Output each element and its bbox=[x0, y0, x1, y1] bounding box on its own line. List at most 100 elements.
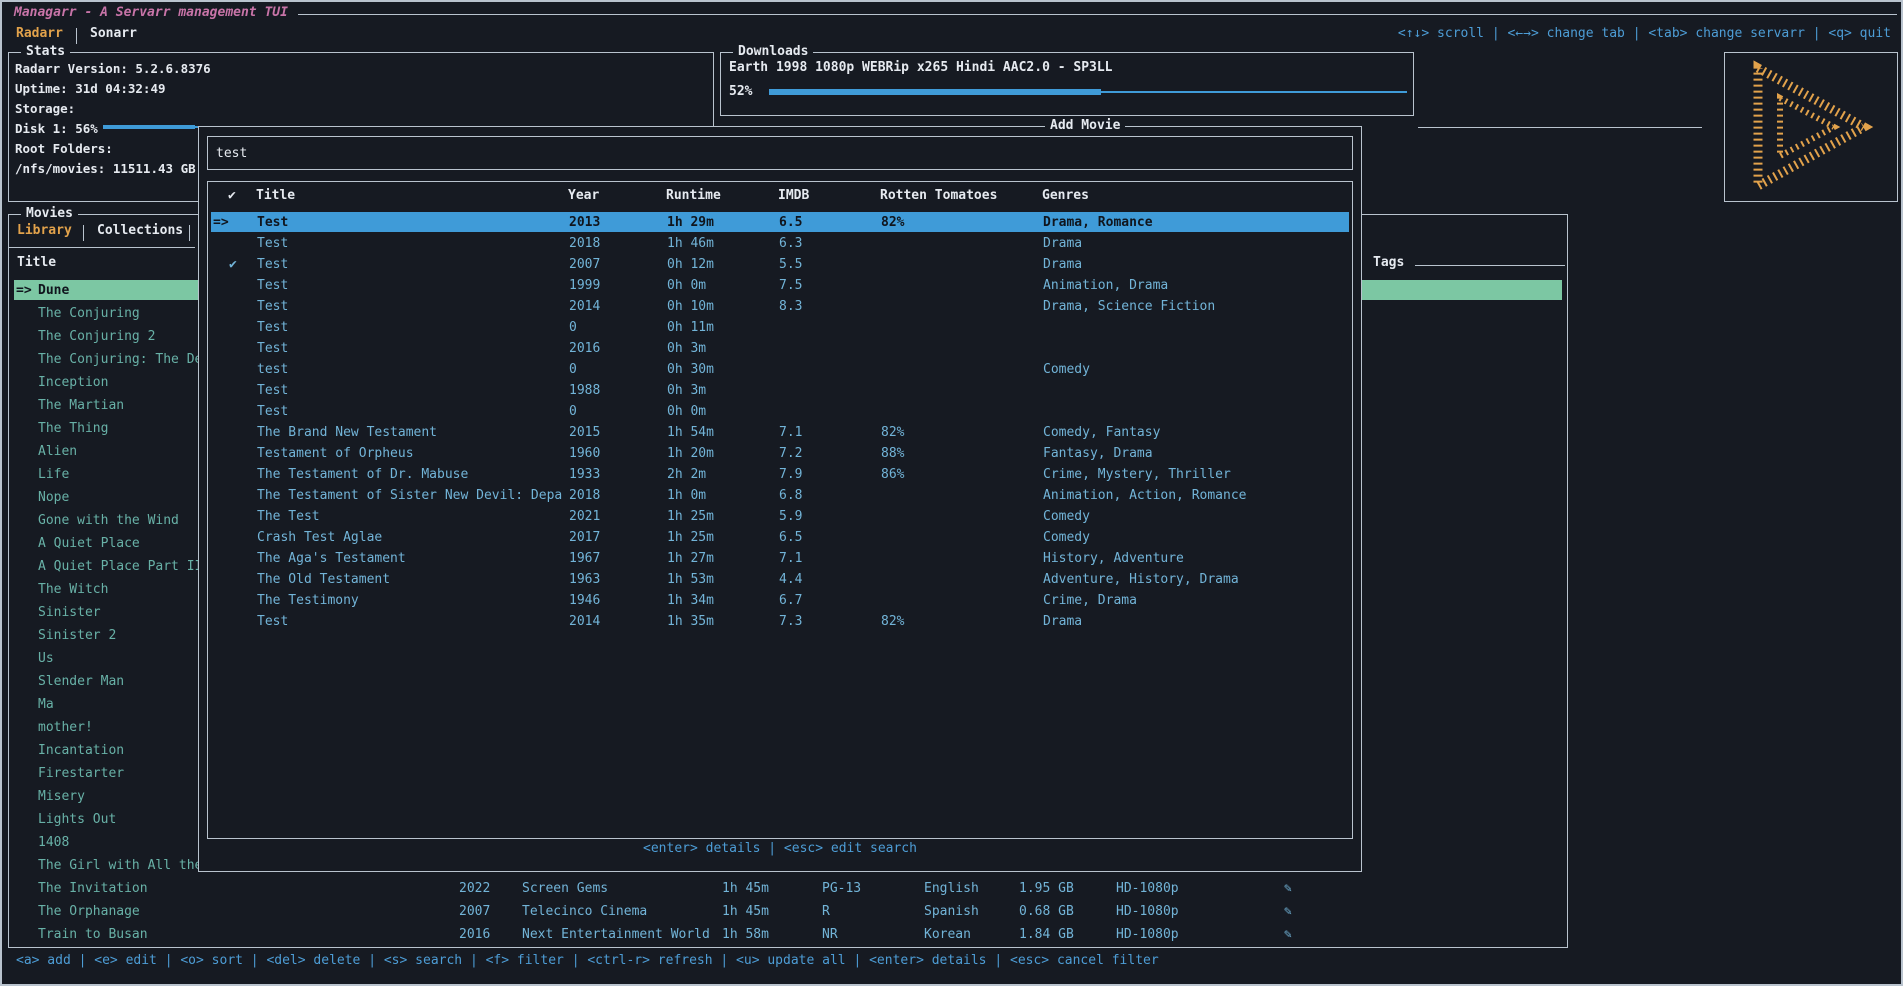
result-genres: Drama bbox=[1043, 233, 1345, 254]
edit-icon[interactable]: ✎ bbox=[1284, 900, 1292, 923]
result-title: Testament of Orpheus bbox=[257, 443, 563, 464]
search-result-row[interactable]: ✔ Test 2007 0h 12m 5.5 Drama bbox=[209, 254, 1351, 275]
storage-heading: Storage: bbox=[15, 101, 75, 116]
result-year: 2018 bbox=[569, 233, 600, 254]
search-result-row[interactable]: The Aga's Testament 1967 1h 27m 7.1 Hist… bbox=[209, 548, 1351, 569]
result-genres: Comedy bbox=[1043, 506, 1345, 527]
search-result-row[interactable]: The Old Testament 1963 1h 53m 4.4 Advent… bbox=[209, 569, 1351, 590]
result-runtime: 0h 12m bbox=[667, 254, 714, 275]
stats-panel-title: Stats bbox=[21, 44, 70, 60]
bottom-help: <a> add | <e> edit | <o> sort | <del> de… bbox=[16, 953, 1159, 968]
result-imdb: 6.7 bbox=[779, 590, 802, 611]
movie-quality: HD-1080p bbox=[1116, 923, 1179, 946]
col-header-title: Title bbox=[256, 188, 295, 203]
result-title: The Testament of Dr. Mabuse bbox=[257, 464, 563, 485]
result-year: 1946 bbox=[569, 590, 600, 611]
search-result-row[interactable]: Test 2014 1h 35m 7.3 82% Drama bbox=[209, 611, 1351, 632]
tab-library[interactable]: Library bbox=[17, 223, 72, 238]
movie-list-item[interactable]: The Orphanage 2007 Telecinco Cinema 1h 4… bbox=[10, 900, 1566, 923]
tab-sonarr[interactable]: Sonarr bbox=[90, 26, 137, 41]
movie-quality: HD-1080p bbox=[1116, 877, 1179, 900]
result-year: 1960 bbox=[569, 443, 600, 464]
movie-runtime: 1h 45m bbox=[722, 900, 769, 923]
result-imdb: 6.5 bbox=[779, 212, 802, 233]
result-genres: Crime, Mystery, Thriller bbox=[1043, 464, 1345, 485]
result-imdb: 6.5 bbox=[779, 527, 802, 548]
download-progress-bar bbox=[769, 87, 1407, 97]
result-year: 0 bbox=[569, 317, 577, 338]
search-result-row[interactable]: test 0 0h 30m Comedy bbox=[209, 359, 1351, 380]
tab-separator bbox=[76, 28, 77, 44]
result-genres: Drama, Romance bbox=[1043, 212, 1345, 233]
search-result-row[interactable]: Test 2016 0h 3m bbox=[209, 338, 1351, 359]
movie-studio: Screen Gems bbox=[522, 877, 608, 900]
result-title: Test bbox=[257, 254, 563, 275]
root-folder-value: /nfs/movies: 11511.43 GB bbox=[15, 161, 196, 176]
search-result-row[interactable]: Test 2014 0h 10m 8.3 Drama, Science Fict… bbox=[209, 296, 1351, 317]
result-title: The Brand New Testament bbox=[257, 422, 563, 443]
movie-list-item[interactable]: The Invitation 2022 Screen Gems 1h 45m P… bbox=[10, 877, 1566, 900]
search-result-row[interactable]: Test 0 0h 0m bbox=[209, 401, 1351, 422]
search-result-row[interactable]: Test 0 0h 11m bbox=[209, 317, 1351, 338]
result-year: 2013 bbox=[569, 212, 600, 233]
result-runtime: 0h 3m bbox=[667, 338, 706, 359]
result-rotten-tomatoes: 82% bbox=[881, 422, 904, 443]
result-genres: Drama bbox=[1043, 254, 1345, 275]
col-header-imdb: IMDB bbox=[778, 188, 809, 203]
result-year: 0 bbox=[569, 401, 577, 422]
result-imdb: 5.5 bbox=[779, 254, 802, 275]
result-genres: History, Adventure bbox=[1043, 548, 1345, 569]
result-title: Test bbox=[257, 212, 563, 233]
result-runtime: 1h 27m bbox=[667, 548, 714, 569]
search-result-row[interactable]: The Testament of Dr. Mabuse 1933 2h 2m 7… bbox=[209, 464, 1351, 485]
search-result-row[interactable]: Testament of Orpheus 1960 1h 20m 7.2 88%… bbox=[209, 443, 1351, 464]
result-title: Test bbox=[257, 380, 563, 401]
result-imdb: 7.5 bbox=[779, 275, 802, 296]
result-year: 2014 bbox=[569, 296, 600, 317]
downloads-panel-title: Downloads bbox=[733, 44, 813, 60]
movie-runtime: 1h 45m bbox=[722, 877, 769, 900]
search-result-row[interactable]: The Testament of Sister New Devil: Depar… bbox=[209, 485, 1351, 506]
tab-collections[interactable]: Collections bbox=[97, 223, 183, 238]
result-title: Test bbox=[257, 233, 563, 254]
result-title: test bbox=[257, 359, 563, 380]
col-header-year: Year bbox=[568, 188, 599, 203]
search-result-row[interactable]: Test 1999 0h 0m 7.5 Animation, Drama bbox=[209, 275, 1351, 296]
search-result-row[interactable]: The Testimony 1946 1h 34m 6.7 Crime, Dra… bbox=[209, 590, 1351, 611]
edit-icon[interactable]: ✎ bbox=[1284, 877, 1292, 900]
tab-separator bbox=[189, 225, 190, 241]
result-title: The Testament of Sister New Devil: Depar bbox=[257, 485, 563, 506]
search-result-row[interactable]: Crash Test Aglae 2017 1h 25m 6.5 Comedy bbox=[209, 527, 1351, 548]
logo-panel bbox=[1724, 52, 1898, 202]
result-runtime: 1h 35m bbox=[667, 611, 714, 632]
col-header-rotten-tomatoes: Rotten Tomatoes bbox=[880, 188, 997, 203]
download-progress-fill bbox=[769, 89, 1101, 95]
result-title: Test bbox=[257, 317, 563, 338]
title-column-header: Title bbox=[17, 255, 56, 270]
movie-list-item[interactable]: Train to Busan 2016 Next Entertainment W… bbox=[10, 923, 1566, 946]
selection-indicator: => bbox=[16, 279, 32, 302]
result-rotten-tomatoes: 82% bbox=[881, 611, 904, 632]
result-runtime: 1h 25m bbox=[667, 506, 714, 527]
search-result-row[interactable]: Test 2018 1h 46m 6.3 Drama bbox=[209, 233, 1351, 254]
result-year: 2017 bbox=[569, 527, 600, 548]
edit-icon[interactable]: ✎ bbox=[1284, 923, 1292, 946]
results-list: => Test 2013 1h 29m 6.5 82% Drama, Roman… bbox=[209, 212, 1351, 632]
tab-radarr[interactable]: Radarr bbox=[16, 26, 63, 41]
search-input[interactable] bbox=[208, 137, 1352, 169]
result-year: 2018 bbox=[569, 485, 600, 506]
result-genres: Crime, Drama bbox=[1043, 590, 1345, 611]
search-result-row[interactable]: The Brand New Testament 2015 1h 54m 7.1 … bbox=[209, 422, 1351, 443]
result-year: 1933 bbox=[569, 464, 600, 485]
in-library-check-icon: ✔ bbox=[229, 254, 237, 275]
app-title: Managarr - A Servarr management TUI bbox=[14, 5, 288, 20]
search-result-row[interactable]: Test 1988 0h 3m bbox=[209, 380, 1351, 401]
search-result-row[interactable]: => Test 2013 1h 29m 6.5 82% Drama, Roman… bbox=[209, 212, 1351, 233]
result-year: 2014 bbox=[569, 611, 600, 632]
result-genres: Animation, Drama bbox=[1043, 275, 1345, 296]
search-result-row[interactable]: The Test 2021 1h 25m 5.9 Comedy bbox=[209, 506, 1351, 527]
col-header-runtime: Runtime bbox=[666, 188, 721, 203]
movie-studio: Next Entertainment World bbox=[522, 923, 710, 946]
movie-size: 1.84 GB bbox=[1019, 923, 1074, 946]
result-genres: Comedy bbox=[1043, 359, 1345, 380]
